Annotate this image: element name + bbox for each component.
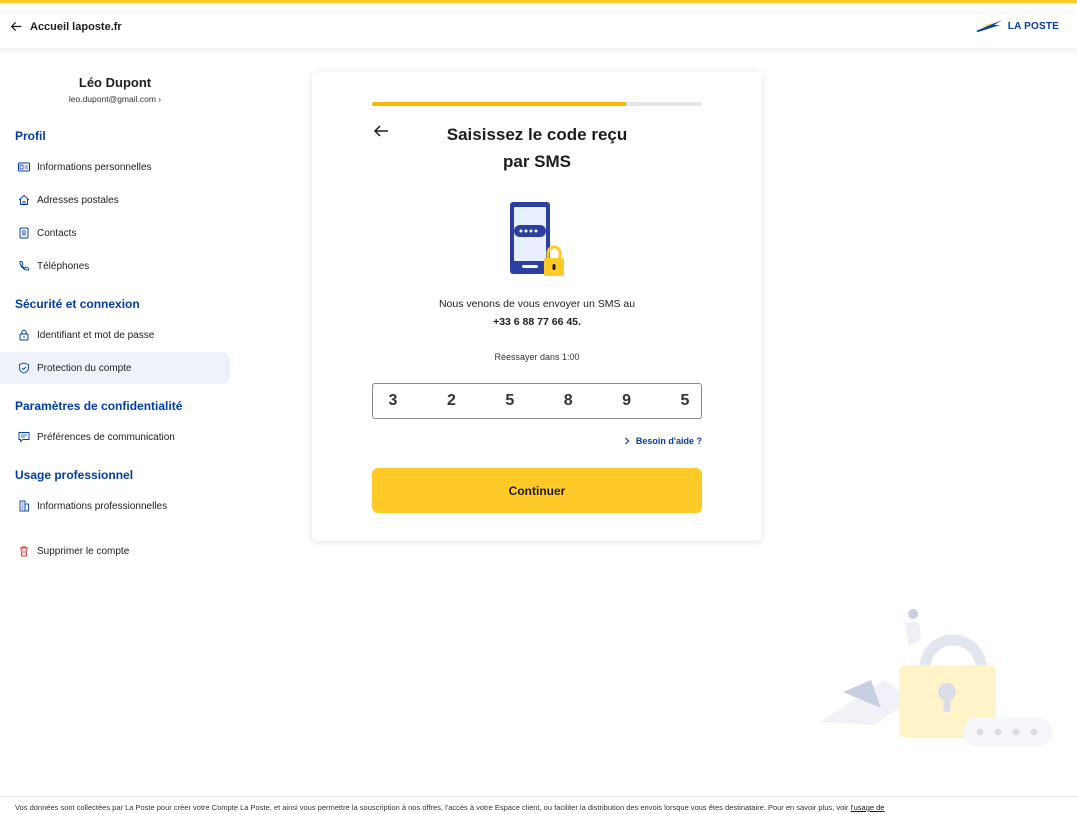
page-title-line2: par SMS (502, 152, 572, 171)
padlock-illustration-icon (820, 609, 1053, 747)
help-link-label: Besoin d'aide ? (635, 436, 702, 446)
home-icon (18, 194, 30, 205)
section-title-securite: Sécurité et connexion (15, 297, 140, 311)
sidebar-item-identifiant-mot-de-passe[interactable]: Identifiant et mot de passe (0, 319, 230, 351)
code-digit: 3 (388, 392, 398, 409)
phone-sms-lock-illustration-icon (510, 202, 564, 276)
code-digit: 5 (680, 392, 690, 409)
footer-privacy-text: Vos données sont collectées par La Poste… (15, 803, 884, 812)
id-card-icon (18, 162, 30, 172)
sms-sent-message: Nous venons de vous envoyer un SMS au (438, 298, 636, 310)
sidebar-item-label: Préférences de communication (37, 431, 175, 443)
sidebar-item-adresses-postales[interactable]: Adresses postales (0, 184, 230, 216)
sidebar-item-contacts[interactable]: Contacts (0, 217, 230, 249)
page-title-line1: Saisissez le code reçu (446, 125, 628, 144)
sidebar-item-label: Supprimer le compte (37, 545, 130, 557)
sidebar-item-preferences-communication[interactable]: Préférences de communication (0, 421, 230, 453)
code-digit: 8 (563, 392, 573, 409)
back-to-home-link[interactable]: Accueil laposte.fr (10, 20, 122, 33)
lock-icon (19, 329, 29, 341)
sidebar-item-protection-du-compte[interactable]: Protection du compte (0, 352, 230, 384)
sidebar-item-supprimer-compte[interactable]: Supprimer le compte (0, 535, 230, 567)
footer-privacy-link[interactable]: l'usage de (851, 803, 885, 812)
section-title-profil: Profil (15, 129, 46, 143)
sidebar-item-label: Adresses postales (37, 194, 119, 206)
user-email-link[interactable]: leo.dupont@gmail.com › (0, 94, 230, 104)
building-icon (19, 500, 29, 512)
footer-privacy-body: Vos données sont collectées par La Poste… (15, 803, 851, 812)
sidebar-item-label: Informations professionnelles (37, 500, 168, 512)
sidebar-item-informations-personnelles[interactable]: Informations personnelles (0, 151, 230, 183)
section-title-confidentialite: Paramètres de confidentialité (15, 399, 183, 413)
code-digit: 9 (622, 392, 632, 409)
trash-icon (20, 546, 28, 557)
continue-button[interactable]: Continuer (372, 468, 702, 513)
sidebar-item-label: Contacts (37, 227, 77, 239)
logo-text: LA POSTE (1007, 20, 1059, 32)
top-bar: Accueil laposte.fr LA POSTE (0, 0, 1077, 48)
section-title-usage-pro: Usage professionnel (15, 468, 134, 482)
sidebar-item-label: Téléphones (37, 260, 90, 272)
back-to-home-label: Accueil laposte.fr (30, 20, 122, 33)
sms-code-card: Saisissez le code reçu par SMS Nous veno… (312, 72, 762, 541)
arrow-left-icon (10, 22, 22, 31)
progress-fill (372, 102, 627, 106)
sms-code-input[interactable]: 3 2 5 8 9 5 (372, 383, 702, 419)
footer: Vos données sont collectées par La Poste… (0, 796, 1077, 814)
sidebar-item-informations-professionnelles[interactable]: Informations professionnelles (0, 490, 230, 522)
la-poste-bird-icon (975, 20, 1002, 32)
progress-bar (372, 102, 702, 106)
la-poste-logo[interactable]: LA POSTE (974, 19, 1059, 33)
sidebar-item-telephones[interactable]: Téléphones (0, 250, 230, 282)
back-arrow-icon[interactable] (372, 122, 390, 140)
contacts-icon (19, 227, 29, 239)
page-title: Saisissez le code reçu par SMS (412, 121, 662, 175)
sidebar-item-label: Informations personnelles (37, 161, 152, 173)
shield-icon (19, 362, 29, 374)
code-digit: 5 (505, 392, 515, 409)
chevron-right-icon (624, 437, 630, 445)
user-name: Léo Dupont (78, 75, 152, 90)
sidebar-item-label: Protection du compte (37, 362, 132, 374)
sidebar-item-label: Identifiant et mot de passe (37, 329, 155, 341)
retry-countdown: Réessayer dans 1:00 (494, 352, 580, 362)
chat-icon (18, 432, 30, 443)
phone-number: +33 6 88 77 66 45. (493, 316, 581, 328)
code-digit: 2 (446, 392, 456, 409)
help-link[interactable]: Besoin d'aide ? (623, 436, 702, 446)
phone-icon (19, 261, 29, 271)
